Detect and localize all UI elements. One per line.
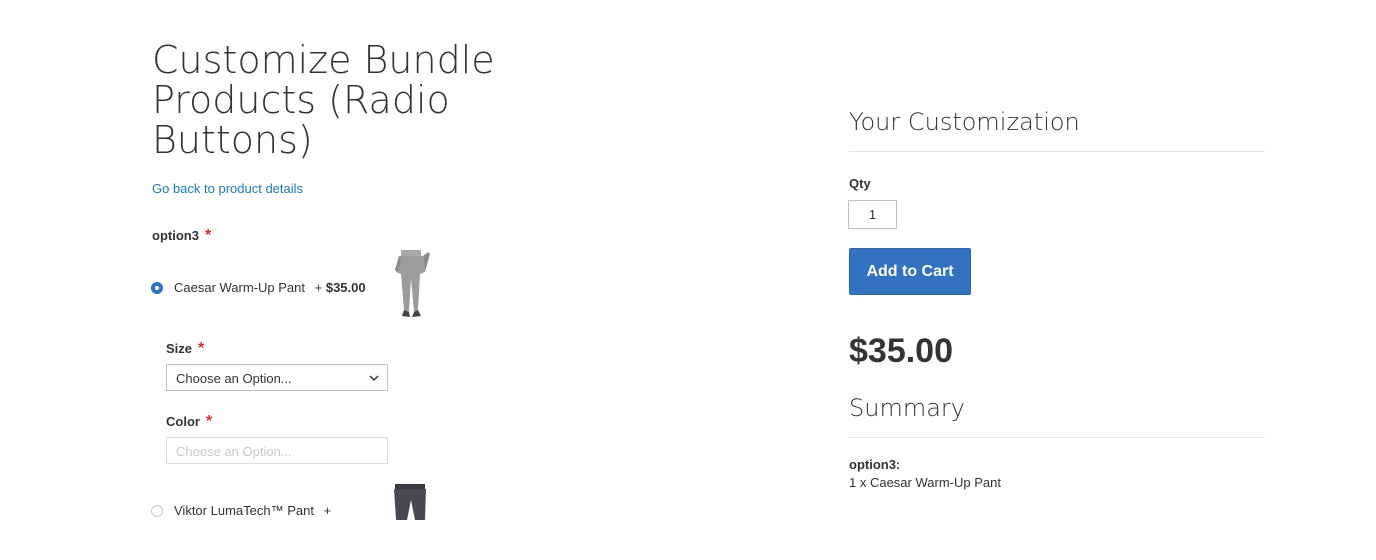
- color-label-row: Color *: [166, 413, 212, 431]
- bundle-price: $35.00: [849, 332, 953, 370]
- summary-item: 1 x Caesar Warm-Up Pant: [849, 475, 1001, 490]
- required-mark: *: [205, 413, 213, 430]
- option3-label: option3: [152, 228, 199, 243]
- option-name: Viktor LumaTech™ Pant: [174, 503, 314, 518]
- chevron-down-icon: [369, 375, 379, 381]
- qty-input[interactable]: 1: [848, 200, 897, 229]
- viktor-lumatech-pant-image: [394, 484, 426, 520]
- option-caesar-warm-up-pant[interactable]: Caesar Warm-Up Pant + $35.00: [174, 280, 366, 295]
- radio-caesar-warm-up-pant[interactable]: [151, 282, 163, 294]
- size-label-row: Size *: [166, 340, 204, 358]
- divider: [849, 151, 1265, 152]
- divider: [849, 437, 1265, 438]
- color-label: Color: [166, 414, 200, 429]
- option-name: Caesar Warm-Up Pant: [174, 280, 305, 295]
- price-prefix: +: [314, 280, 323, 295]
- required-mark: *: [198, 340, 205, 357]
- size-select[interactable]: Choose an Option...: [166, 364, 388, 391]
- size-label: Size: [166, 341, 193, 356]
- back-to-product-link[interactable]: Go back to product details: [152, 181, 303, 196]
- color-select-value: Choose an Option...: [176, 444, 292, 459]
- page-title: Customize Bundle Products (Radio Buttons…: [152, 38, 495, 162]
- add-to-cart-button[interactable]: Add to Cart: [849, 248, 971, 295]
- price-prefix: +: [323, 503, 332, 518]
- option-viktor-lumatech-pant[interactable]: Viktor LumaTech™ Pant +: [174, 503, 331, 518]
- summary-option-label: option3:: [849, 457, 901, 472]
- option3-label-row: option3 *: [152, 227, 211, 245]
- option-price: $35.00: [325, 280, 366, 295]
- color-select[interactable]: Choose an Option...: [166, 437, 388, 464]
- qty-label: Qty: [849, 176, 871, 191]
- radio-viktor-lumatech-pant[interactable]: [151, 505, 163, 517]
- your-customization-title: Your Customization: [849, 108, 1080, 136]
- summary-title: Summary: [849, 394, 965, 422]
- caesar-warm-up-pant-image: [395, 250, 430, 317]
- size-select-value: Choose an Option...: [176, 371, 292, 386]
- required-mark: *: [204, 227, 212, 244]
